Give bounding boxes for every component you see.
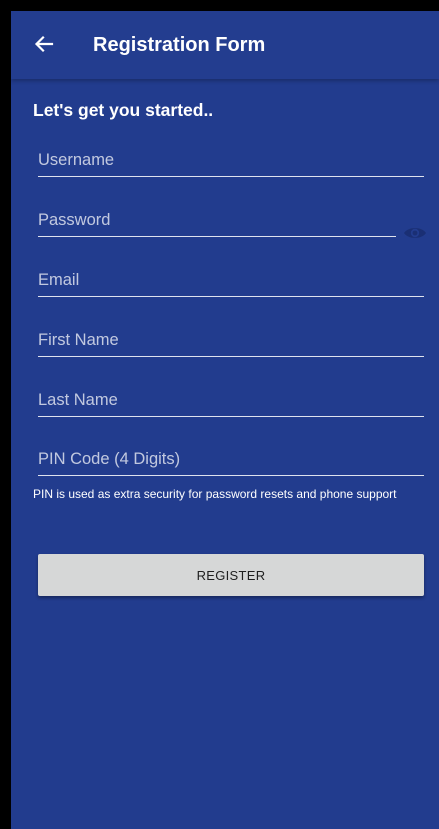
username-field-container	[38, 149, 424, 179]
app-bar: Registration Form	[11, 11, 439, 79]
password-visibility-toggle[interactable]	[402, 223, 428, 243]
back-button[interactable]	[33, 33, 55, 55]
page-title: Registration Form	[93, 34, 266, 56]
email-field-container	[38, 269, 424, 299]
pin-field-container	[38, 448, 424, 478]
last-name-field-container	[38, 389, 424, 419]
pin-helper-text: PIN is used as extra security for passwo…	[33, 487, 397, 501]
pin-field[interactable]	[38, 448, 424, 476]
username-field[interactable]	[38, 149, 424, 177]
first-name-field[interactable]	[38, 329, 424, 357]
register-button[interactable]: REGISTER	[38, 554, 424, 596]
email-field[interactable]	[38, 269, 424, 297]
arrow-left-icon	[34, 35, 54, 53]
password-field[interactable]	[38, 209, 396, 237]
eye-icon	[404, 228, 426, 238]
form-heading: Let's get you started..	[33, 100, 214, 120]
last-name-field[interactable]	[38, 389, 424, 417]
first-name-field-container	[38, 329, 424, 359]
password-field-container	[38, 209, 396, 239]
registration-screen: Registration Form Let's get you started.…	[11, 11, 439, 829]
